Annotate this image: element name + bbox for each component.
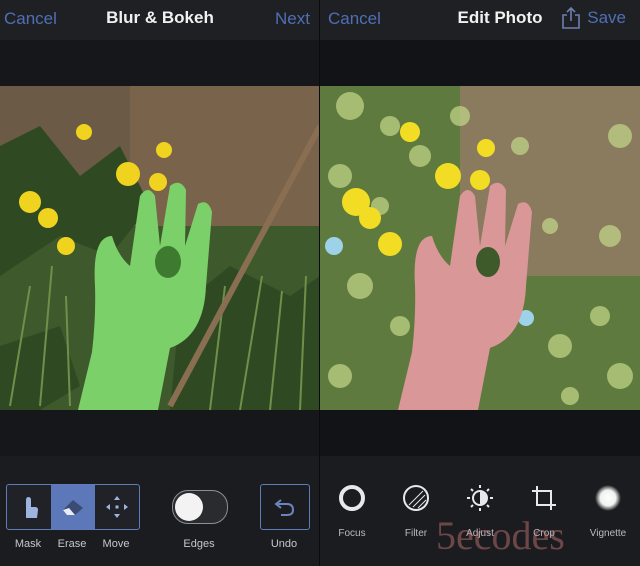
watermark: 5ecodes bbox=[436, 513, 565, 558]
hand-pointer-icon bbox=[26, 497, 38, 518]
bokeh-hand-photo bbox=[320, 86, 640, 410]
bokeh-preview-photo[interactable] bbox=[320, 86, 640, 410]
undo-arrow-icon bbox=[274, 499, 295, 516]
edit-photo-screen: Cancel Edit Photo Save Focus Filter Adju… bbox=[320, 0, 640, 566]
brush-mode-segmented-control bbox=[6, 484, 140, 530]
screen-title: Blur & Bokeh bbox=[106, 8, 214, 27]
focus-ring-icon bbox=[339, 485, 365, 511]
eraser-icon bbox=[63, 500, 83, 515]
vignette-tool-button[interactable]: Vignette bbox=[576, 480, 640, 539]
vignette-icon bbox=[595, 485, 621, 511]
erase-label: Erase bbox=[57, 538, 87, 550]
move-label: Move bbox=[102, 538, 130, 550]
focus-tool-button[interactable]: Focus bbox=[320, 480, 384, 539]
erase-button[interactable] bbox=[51, 485, 95, 529]
masked-hand-photo bbox=[0, 86, 320, 410]
mask-editing-photo[interactable] bbox=[0, 86, 320, 410]
edges-label: Edges bbox=[183, 538, 215, 550]
save-button[interactable]: Save bbox=[561, 6, 626, 30]
next-button[interactable]: Next bbox=[275, 9, 310, 29]
mask-button[interactable] bbox=[7, 485, 51, 529]
focus-label: Focus bbox=[338, 528, 366, 539]
move-arrows-icon bbox=[106, 496, 128, 518]
blur-bokeh-screen: Cancel Blur & Bokeh Next Mask Erase Move… bbox=[0, 0, 320, 566]
filter-icon bbox=[403, 485, 429, 511]
mask-label: Mask bbox=[14, 538, 42, 550]
move-button[interactable] bbox=[95, 485, 139, 529]
undo-button[interactable] bbox=[260, 484, 310, 530]
share-upload-icon bbox=[562, 6, 581, 29]
toggle-knob bbox=[175, 493, 203, 521]
nav-bar: Cancel Edit Photo Save bbox=[320, 0, 640, 40]
save-label: Save bbox=[587, 8, 626, 27]
adjust-icon bbox=[467, 485, 493, 511]
undo-label: Undo bbox=[270, 538, 298, 550]
vignette-label: Vignette bbox=[589, 528, 627, 539]
crop-icon bbox=[532, 486, 556, 510]
edges-toggle[interactable] bbox=[172, 490, 228, 524]
nav-bar: Cancel Blur & Bokeh Next bbox=[0, 0, 320, 40]
